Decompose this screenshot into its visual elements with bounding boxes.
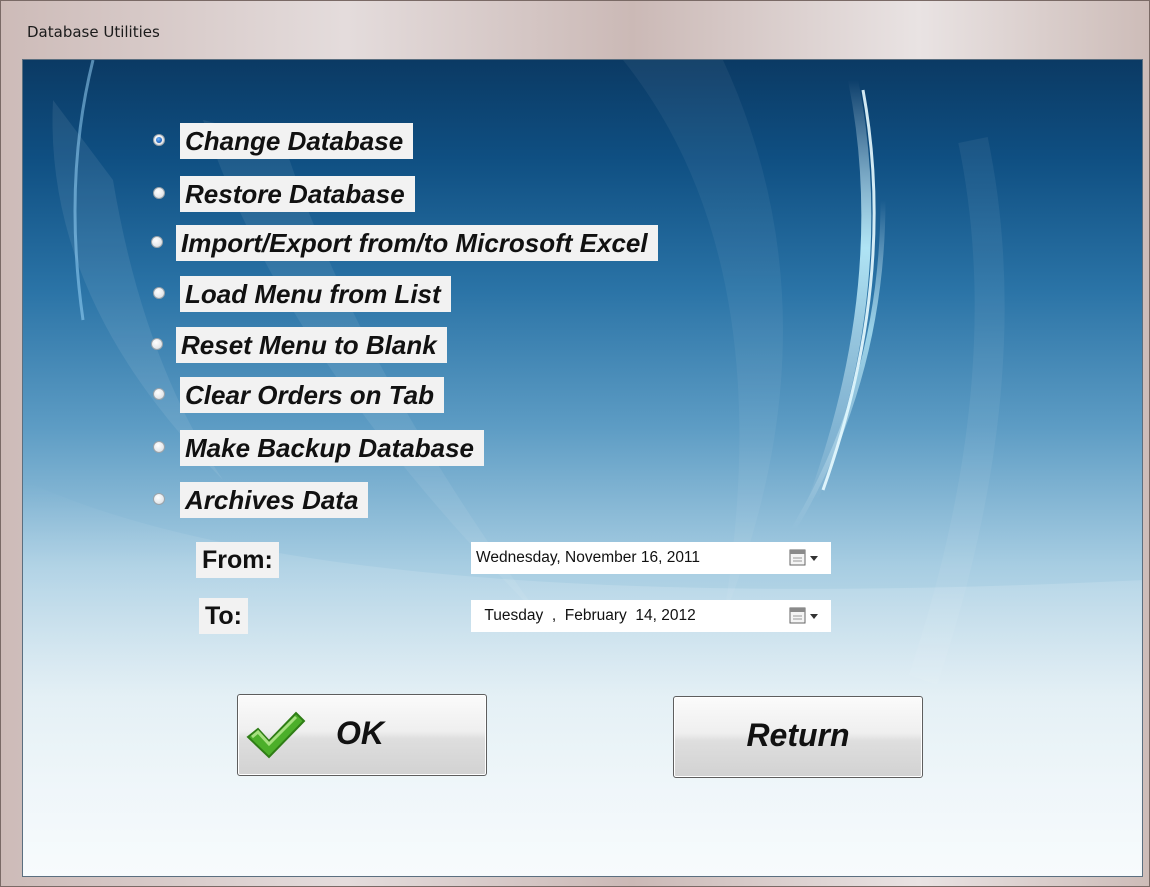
from-date-value: Wednesday, November 16, 2011 bbox=[476, 549, 701, 566]
radio-button[interactable] bbox=[151, 236, 163, 248]
option-label[interactable]: Import/Export from/to Microsoft Excel bbox=[176, 225, 658, 261]
option-label[interactable]: Restore Database bbox=[180, 176, 415, 212]
return-button-label: Return bbox=[746, 717, 850, 753]
window-title: Database Utilities bbox=[27, 23, 160, 41]
radio-button[interactable] bbox=[153, 187, 165, 199]
option-label[interactable]: Clear Orders on Tab bbox=[180, 377, 444, 413]
option-label[interactable]: Make Backup Database bbox=[180, 430, 485, 466]
checkmark-icon bbox=[246, 711, 306, 759]
to-label: To: bbox=[199, 598, 249, 634]
radio-button[interactable] bbox=[153, 287, 165, 299]
return-button[interactable]: Return bbox=[673, 696, 923, 778]
from-date-picker[interactable]: Wednesday, November 16, 2011 bbox=[471, 542, 831, 574]
option-label[interactable]: Load Menu from List bbox=[180, 276, 451, 312]
database-utilities-window: Database Utilities Change Database Resto… bbox=[0, 0, 1150, 887]
option-label[interactable]: Reset Menu to Blank bbox=[176, 327, 447, 363]
radio-button[interactable] bbox=[153, 441, 165, 453]
dialog-client-area: Change Database Restore Database Import/… bbox=[22, 59, 1143, 877]
calendar-dropdown-icon[interactable] bbox=[789, 607, 825, 625]
option-label[interactable]: Archives Data bbox=[180, 482, 369, 518]
from-label: From: bbox=[196, 542, 279, 578]
option-label[interactable]: Change Database bbox=[180, 123, 414, 159]
radio-button[interactable] bbox=[153, 493, 165, 505]
ok-button-label: OK bbox=[336, 715, 384, 751]
ok-button[interactable]: OK bbox=[237, 694, 487, 776]
radio-button-checked[interactable] bbox=[153, 134, 165, 146]
radio-button[interactable] bbox=[153, 388, 165, 400]
title-bar[interactable]: Database Utilities bbox=[1, 1, 1149, 57]
to-date-value: Tuesday , February 14, 2012 bbox=[476, 607, 696, 624]
to-date-picker[interactable]: Tuesday , February 14, 2012 bbox=[471, 600, 831, 632]
radio-button[interactable] bbox=[151, 338, 163, 350]
calendar-dropdown-icon[interactable] bbox=[789, 549, 825, 567]
